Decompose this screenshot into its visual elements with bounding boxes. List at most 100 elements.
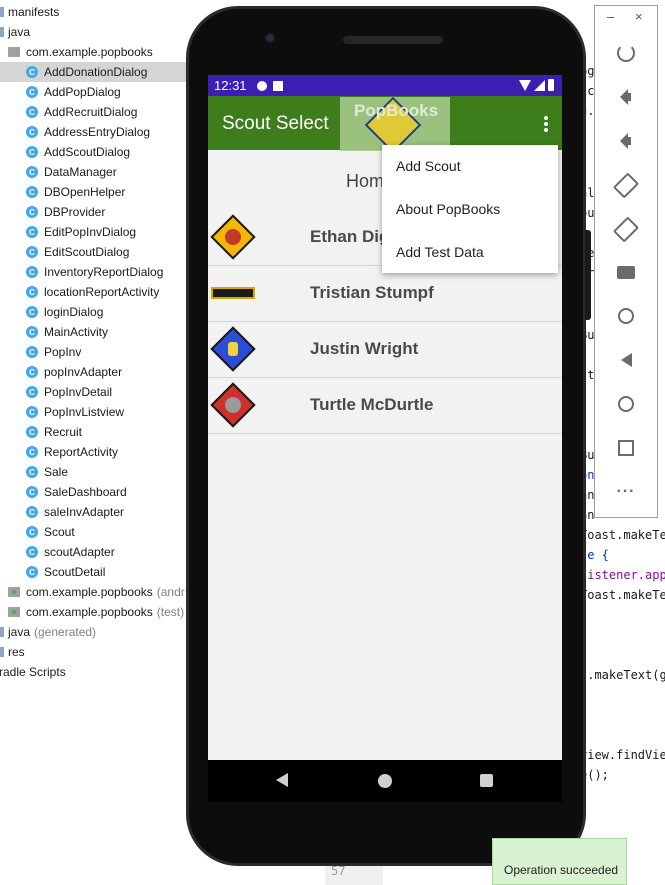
tree-item-class[interactable]: CloginDialog [26,302,103,322]
nav-home-icon[interactable] [378,774,392,788]
tree-item-class[interactable]: C AddPopDialog [26,82,121,102]
tree-item-java-generated[interactable]: java (generated) [0,622,96,642]
tree-item-class[interactable]: C EditPopInvDialog [26,222,136,242]
tree-item-class[interactable]: C PopInvDetail [26,382,112,402]
tree-item-class[interactable]: C ReportActivity [26,442,118,462]
class-icon: C [26,266,38,278]
class-icon: C [26,526,38,538]
phone-screen: 12:31 Scout Select PopBooks Home Ethan D… [208,75,562,760]
power-icon[interactable] [615,42,637,64]
tree-item-package-test[interactable]: com.example.popbooks (test) [8,602,184,622]
class-icon: C [26,246,38,258]
tree-item-manifests[interactable]: manifests [0,2,59,22]
menu-item-add-test-data[interactable]: Add Test Data [396,244,484,260]
tree-item-class[interactable]: C DataManager [26,162,117,182]
tree-item-class[interactable]: C AddRecruitDialog [26,102,137,122]
close-icon[interactable]: × [635,9,643,24]
class-icon: C [26,126,38,138]
minimize-icon[interactable]: – [607,9,614,24]
folder-icon [0,647,4,657]
sd-card-icon [272,80,283,91]
more-icon[interactable]: ··· [615,481,637,503]
scout-list-item[interactable]: Turtle McDurtle [208,378,562,434]
zoom-icon[interactable] [615,305,637,327]
class-icon: C [26,506,38,518]
tree-item-class[interactable]: CpopInvAdapter [26,362,122,382]
tree-item-class[interactable]: C AddressEntryDialog [26,122,150,142]
package-icon [8,587,20,597]
nav-recents-icon[interactable] [480,774,493,787]
class-icon: C [26,166,38,178]
menu-item-about-popbooks[interactable]: About PopBooks [396,201,500,217]
nav-back-icon[interactable] [276,773,288,787]
folder-icon [0,27,4,37]
scout-name: Justin Wright [310,339,419,358]
phone-speaker [343,36,443,44]
class-icon: C [26,346,38,358]
scout-name: Tristian Stumpf [310,283,434,302]
class-icon: C [26,146,38,158]
tree-item-class[interactable]: C AddScoutDialog [26,142,130,162]
class-icon: C [26,186,38,198]
package-icon [8,607,20,617]
overflow-menu: Add Scout About PopBooks Add Test Data [382,145,558,273]
tree-item-class[interactable]: C ScoutDetail [26,562,105,582]
tiger-badge-icon [210,214,256,260]
tree-item-java[interactable]: java [0,22,30,42]
overview-icon[interactable] [615,437,637,459]
volume-down-icon[interactable] [615,130,637,152]
rotate-left-icon[interactable] [615,174,637,196]
menu-item-add-scout[interactable]: Add Scout [396,158,461,174]
class-icon: C [26,566,38,578]
folder-icon [0,627,4,637]
tree-item-class[interactable]: ClocationReportActivity [26,282,159,302]
tree-item-class[interactable]: C Sale [26,462,68,482]
status-time: 12:31 [214,78,247,93]
tree-item-package[interactable]: com.example.popbooks [8,42,153,62]
notification-icon [256,80,267,91]
home-icon[interactable] [615,393,637,415]
webelos-badge-icon [210,326,256,372]
rotate-right-icon[interactable] [615,218,637,240]
tree-item-class[interactable]: CscoutAdapter [26,542,115,562]
tree-item-class[interactable]: C SaleDashboard [26,482,127,502]
tree-item-class[interactable]: C PopInv [26,342,81,362]
volume-up-icon[interactable] [615,86,637,108]
back-icon[interactable] [615,349,637,371]
tree-item-package-android-test[interactable]: com.example.popbooks (andr [8,582,185,602]
class-icon: C [26,66,38,78]
scout-list-item[interactable]: Justin Wright [208,322,562,378]
class-icon: C [26,206,38,218]
tree-item-class[interactable]: CsaleInvAdapter [26,502,124,522]
tree-item-class[interactable]: C DBProvider [26,202,105,222]
phone-side-button [585,230,591,320]
wolf-badge-icon [210,382,256,428]
tree-item-class[interactable]: C Recruit [26,422,82,442]
tree-item-class[interactable]: C DBOpenHelper [26,182,125,202]
tree-item-gradle-scripts[interactable]: radle Scripts [0,662,66,682]
folder-icon [0,7,4,17]
class-icon: C [26,426,38,438]
front-camera-icon [264,32,276,44]
tree-item-class[interactable]: C MainActivity [26,322,108,342]
overflow-menu-icon[interactable] [544,116,548,132]
app-bar: Scout Select PopBooks [208,96,562,154]
tree-item-res[interactable]: res [0,642,25,662]
code-line: Toast.makeTe [580,588,665,602]
operation-toast: Operation succeeded [492,838,627,885]
tree-item-class[interactable]: C PopInvListview [26,402,124,422]
tree-item-class[interactable]: C EditScoutDialog [26,242,129,262]
scout-list-item[interactable]: Tristian Stumpf [208,266,562,322]
tree-item-class[interactable]: C InventoryReportDialog [26,262,163,282]
tree-item-class-selected[interactable]: C AddDonationDialog [0,62,190,82]
app-title: Scout Select [222,113,329,134]
camera-icon[interactable] [615,261,637,283]
code-line: t.makeText(g [580,668,665,682]
logo-text: PopBooks [354,101,439,120]
class-icon: C [26,546,38,558]
tree-item-class[interactable]: C Scout [26,522,75,542]
class-icon: C [26,486,38,498]
emulator-toolbar-header: – × [595,6,657,30]
code-line: listener.app [580,568,665,582]
class-icon: C [26,226,38,238]
